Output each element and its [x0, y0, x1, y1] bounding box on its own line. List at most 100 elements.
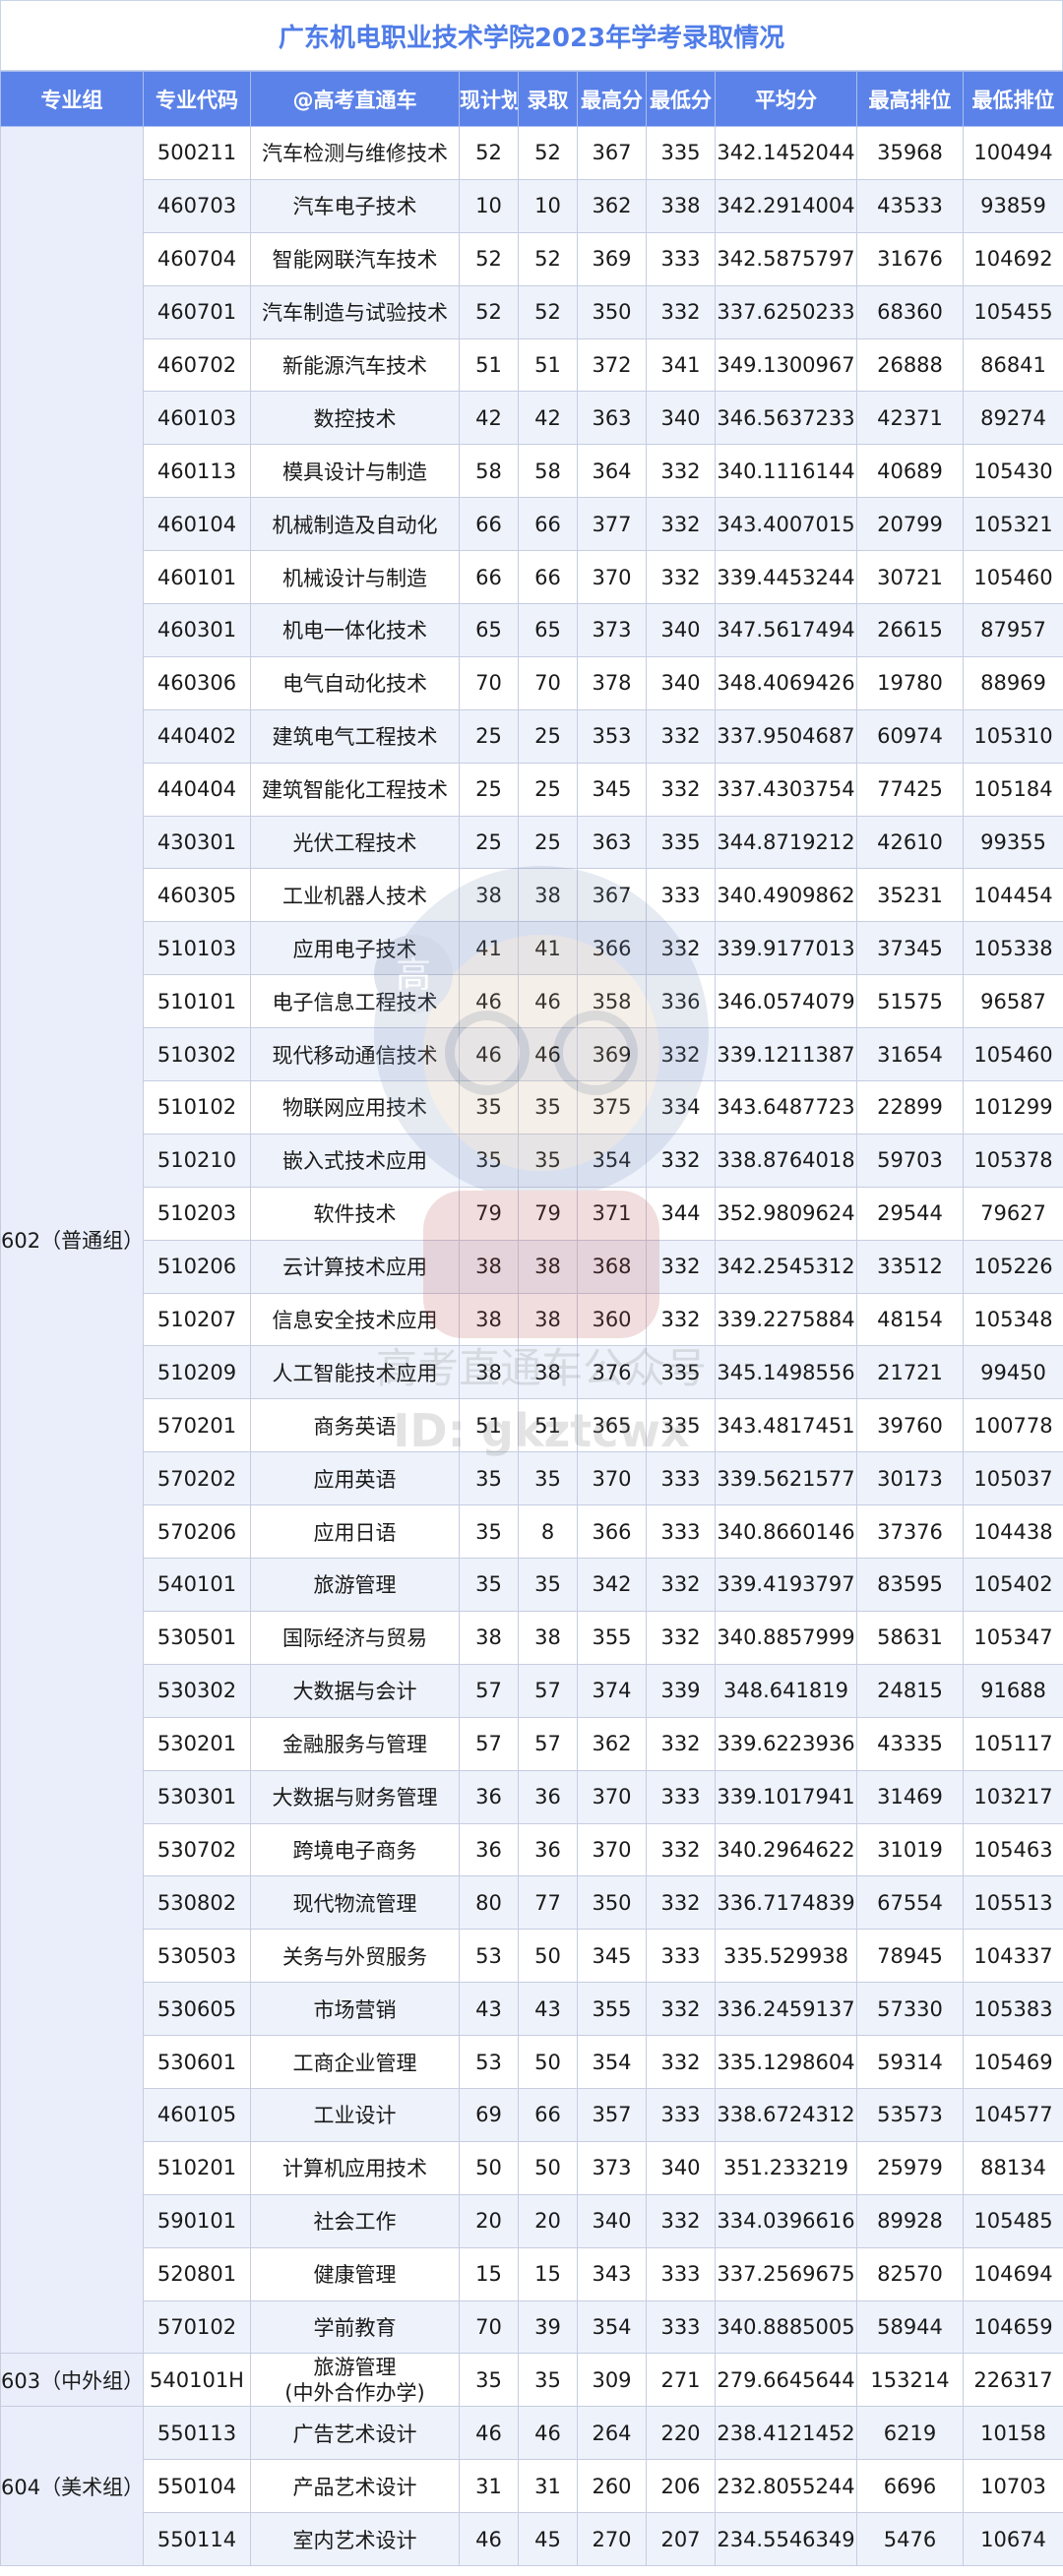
plan-cell: 43: [459, 1982, 519, 2037]
avg-score-cell: 344.8719212: [715, 815, 857, 870]
min-score-cell: 332: [646, 1239, 716, 1294]
admitted-cell: 46: [518, 974, 578, 1029]
major-cell: 数控技术: [250, 391, 460, 446]
code-cell: 570201: [143, 1398, 251, 1453]
min-score-cell: 333: [646, 2300, 716, 2355]
min-score-cell: 332: [646, 1982, 716, 2037]
min-score-cell: 332: [646, 1027, 716, 1082]
plan-cell: 57: [459, 1716, 519, 1771]
admitted-cell: 15: [518, 2246, 578, 2301]
max-rank-cell: 29544: [856, 1186, 964, 1241]
code-cell: 500211: [143, 126, 251, 180]
admitted-cell: 8: [518, 1504, 578, 1560]
admitted-cell: 58: [518, 444, 578, 499]
admitted-cell: 25: [518, 762, 578, 817]
code-cell: 510201: [143, 2140, 251, 2195]
max-rank-cell: 35968: [856, 126, 964, 180]
code-cell: 570102: [143, 2300, 251, 2355]
max-rank-cell: 26888: [856, 337, 964, 393]
plan-cell: 66: [459, 550, 519, 605]
min-score-cell: 335: [646, 1398, 716, 1453]
max-score-cell: 354: [577, 2035, 647, 2089]
major-cell: 关务与外贸服务: [250, 1929, 460, 1984]
plan-cell: 52: [459, 284, 519, 339]
admitted-cell: 38: [518, 1292, 578, 1347]
plan-cell: 25: [459, 708, 519, 764]
avg-score-cell: 340.2964622: [715, 1822, 857, 1877]
header-min-rank: 最低排位: [963, 71, 1063, 127]
major-cell: 电子信息工程技术: [250, 974, 460, 1029]
min-score-cell: 332: [646, 1610, 716, 1665]
admitted-cell: 45: [518, 2512, 578, 2566]
code-cell: 530802: [143, 1875, 251, 1931]
max-rank-cell: 51575: [856, 974, 964, 1029]
avg-score-cell: 337.9504687: [715, 708, 857, 764]
max-rank-cell: 57330: [856, 1982, 964, 2037]
avg-score-cell: 342.1452044: [715, 126, 857, 180]
code-cell: 460704: [143, 231, 251, 286]
avg-score-cell: 338.6724312: [715, 2087, 857, 2142]
major-cell: 信息安全技术应用: [250, 1292, 460, 1347]
code-cell: 570206: [143, 1504, 251, 1560]
table-row: 570201 商务英语 51 51 365 335 343.4817451 39760 1007…: [1, 1398, 1063, 1453]
min-rank-cell: 10703: [963, 2459, 1063, 2514]
code-cell: 510302: [143, 1027, 251, 1082]
min-rank-cell: 105513: [963, 1875, 1063, 1931]
major-cell: 大数据与会计: [250, 1663, 460, 1718]
table-row: 550114 室内艺术设计 46 45 270 207 234.5546349 5476 106…: [1, 2512, 1063, 2566]
table-row: 460104 机械制造及自动化 66 66 377 332 343.4007015 20799…: [1, 497, 1063, 552]
table-row: 440402 建筑电气工程技术 25 25 353 332 337.9504687 60974…: [1, 708, 1063, 764]
major-cell: 健康管理: [250, 2246, 460, 2301]
max-score-cell: 374: [577, 1663, 647, 1718]
code-cell: 460305: [143, 868, 251, 923]
table-row: 540101 旅游管理 35 35 342 332 339.4193797 83595 1054…: [1, 1558, 1063, 1612]
table-row: 460113 模具设计与制造 58 58 364 332 340.1116144 40689 1…: [1, 444, 1063, 499]
plan-cell: 35: [459, 1133, 519, 1188]
avg-score-cell: 334.0396616: [715, 2193, 857, 2248]
min-score-cell: 332: [646, 1292, 716, 1347]
max-score-cell: 355: [577, 1982, 647, 2037]
max-rank-cell: 43533: [856, 178, 964, 233]
min-score-cell: 333: [646, 1769, 716, 1824]
code-cell: 460301: [143, 603, 251, 657]
table-row: 510209 人工智能技术应用 38 38 376 335 345.1498556 21721…: [1, 1345, 1063, 1400]
min-score-cell: 271: [646, 2353, 716, 2408]
major-cell: 建筑智能化工程技术: [250, 762, 460, 817]
major-cell: 现代移动通信技术: [250, 1027, 460, 1082]
min-score-cell: 344: [646, 1186, 716, 1241]
max-score-cell: 358: [577, 974, 647, 1029]
plan-cell: 80: [459, 1875, 519, 1931]
admitted-cell: 66: [518, 550, 578, 605]
table-row: 440404 建筑智能化工程技术 25 25 345 332 337.4303754 7742…: [1, 762, 1063, 817]
table-row: 530702 跨境电子商务 36 36 370 332 340.2964622 31019 10…: [1, 1822, 1063, 1877]
min-score-cell: 332: [646, 2193, 716, 2248]
min-rank-cell: 105430: [963, 444, 1063, 499]
table-row: 570202 应用英语 35 35 370 333 339.5621577 30173 1050…: [1, 1451, 1063, 1506]
table-row: 460701 汽车制造与试验技术 52 52 350 332 337.6250233 6836…: [1, 284, 1063, 339]
major-cell: 物联网应用技术: [250, 1080, 460, 1135]
avg-score-cell: 352.9809624: [715, 1186, 857, 1241]
avg-score-cell: 351.233219: [715, 2140, 857, 2195]
plan-cell: 36: [459, 1822, 519, 1877]
code-cell: 460105: [143, 2087, 251, 2142]
header-max-rank: 最高排位: [856, 71, 964, 127]
max-score-cell: 367: [577, 126, 647, 180]
plan-cell: 46: [459, 974, 519, 1029]
max-rank-cell: 5476: [856, 2512, 964, 2566]
plan-cell: 46: [459, 1027, 519, 1082]
min-rank-cell: 105347: [963, 1610, 1063, 1665]
avg-score-cell: 339.4453244: [715, 550, 857, 605]
code-cell: 530201: [143, 1716, 251, 1771]
code-cell: 530501: [143, 1610, 251, 1665]
admitted-cell: 10: [518, 178, 578, 233]
major-cell: 广告艺术设计: [250, 2406, 460, 2461]
header-group: 专业组: [0, 71, 144, 127]
plan-cell: 51: [459, 1398, 519, 1453]
min-rank-cell: 104454: [963, 868, 1063, 923]
max-rank-cell: 53573: [856, 2087, 964, 2142]
avg-score-cell: 342.2545312: [715, 1239, 857, 1294]
major-cell: 应用日语: [250, 1504, 460, 1560]
max-score-cell: 366: [577, 1504, 647, 1560]
min-rank-cell: 10158: [963, 2406, 1063, 2461]
min-rank-cell: 105226: [963, 1239, 1063, 1294]
